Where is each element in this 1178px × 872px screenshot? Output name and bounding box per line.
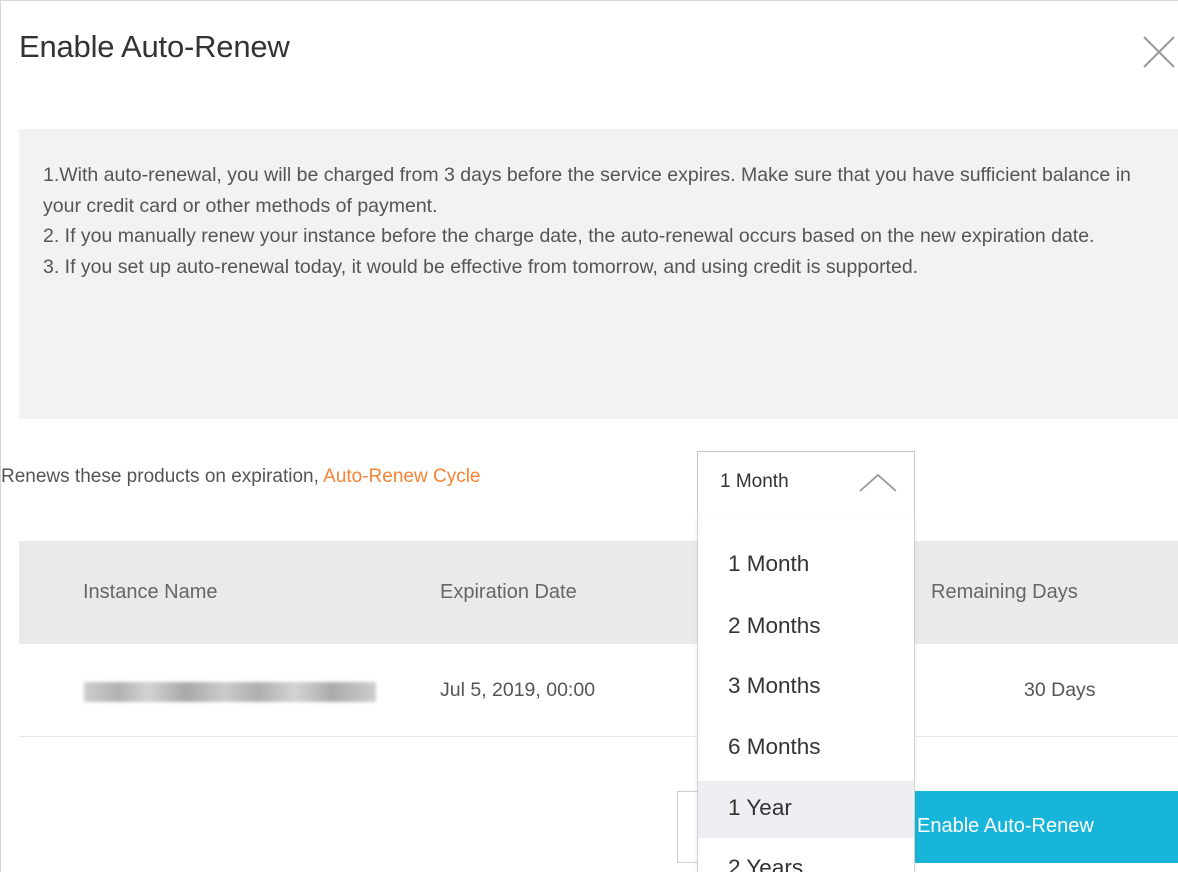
notice-item-3: 3. If you set up auto-renewal today, it … bbox=[43, 255, 919, 278]
chevron-up-icon bbox=[859, 473, 897, 492]
option-label: 3 Months bbox=[728, 673, 821, 698]
auto-renew-cycle-link[interactable]: Auto-Renew Cycle bbox=[323, 466, 480, 487]
redacted-instance-name bbox=[84, 682, 376, 702]
renew-cycle-row: Renews these products on expiration, Aut… bbox=[1, 466, 480, 488]
auto-renew-dialog: Enable Auto-Renew 1.With auto-renewal, y… bbox=[0, 0, 1178, 872]
dialog-title: Enable Auto-Renew bbox=[19, 29, 290, 64]
expiration-date-cell: Jul 5, 2019, 00:00 bbox=[440, 679, 596, 701]
option-1-month[interactable]: 1 Month bbox=[698, 537, 914, 594]
option-label: 1 Year bbox=[728, 795, 792, 820]
remaining-days-cell: 30 Days bbox=[1024, 679, 1096, 701]
close-icon bbox=[1143, 36, 1175, 68]
option-label: 2 Months bbox=[728, 613, 821, 638]
enable-auto-renew-button[interactable]: Enable Auto-Renew bbox=[901, 791, 1178, 863]
notice-item-2: 2. If you manually renew your instance b… bbox=[43, 225, 1095, 247]
table-row: Jul 5, 2019, 00:00 30 Days bbox=[19, 644, 1178, 737]
renew-cycle-select-value: 1 Month bbox=[720, 471, 789, 492]
close-button[interactable] bbox=[1141, 31, 1177, 71]
option-2-years[interactable]: 2 Years bbox=[698, 841, 914, 872]
option-3-months[interactable]: 3 Months bbox=[698, 659, 914, 716]
option-label: 1 Month bbox=[728, 551, 810, 576]
option-6-months[interactable]: 6 Months bbox=[698, 720, 914, 777]
option-label: 2 Years bbox=[728, 855, 804, 872]
option-2-months[interactable]: 2 Months bbox=[698, 599, 914, 656]
renew-cycle-label: Renews these products on expiration, bbox=[1, 466, 324, 487]
column-instance-name: Instance Name bbox=[83, 581, 218, 603]
notice-item-1: 1.With auto-renewal, you will be charged… bbox=[43, 164, 1131, 217]
option-1-year[interactable]: 1 Year bbox=[698, 781, 914, 838]
table-header: Instance Name Expiration Date Remaining … bbox=[19, 541, 1178, 644]
renew-cycle-dropdown: 1 Month 2 Months 3 Months 6 Months 1 Yea… bbox=[697, 514, 915, 872]
notice-box: 1.With auto-renewal, you will be charged… bbox=[19, 129, 1178, 419]
option-label: 6 Months bbox=[728, 734, 821, 759]
renew-cycle-select[interactable]: 1 Month bbox=[697, 451, 915, 515]
column-remaining-days: Remaining Days bbox=[931, 581, 1078, 603]
column-expiration-date: Expiration Date bbox=[440, 581, 577, 603]
enable-auto-renew-label: Enable Auto-Renew bbox=[917, 815, 1094, 837]
